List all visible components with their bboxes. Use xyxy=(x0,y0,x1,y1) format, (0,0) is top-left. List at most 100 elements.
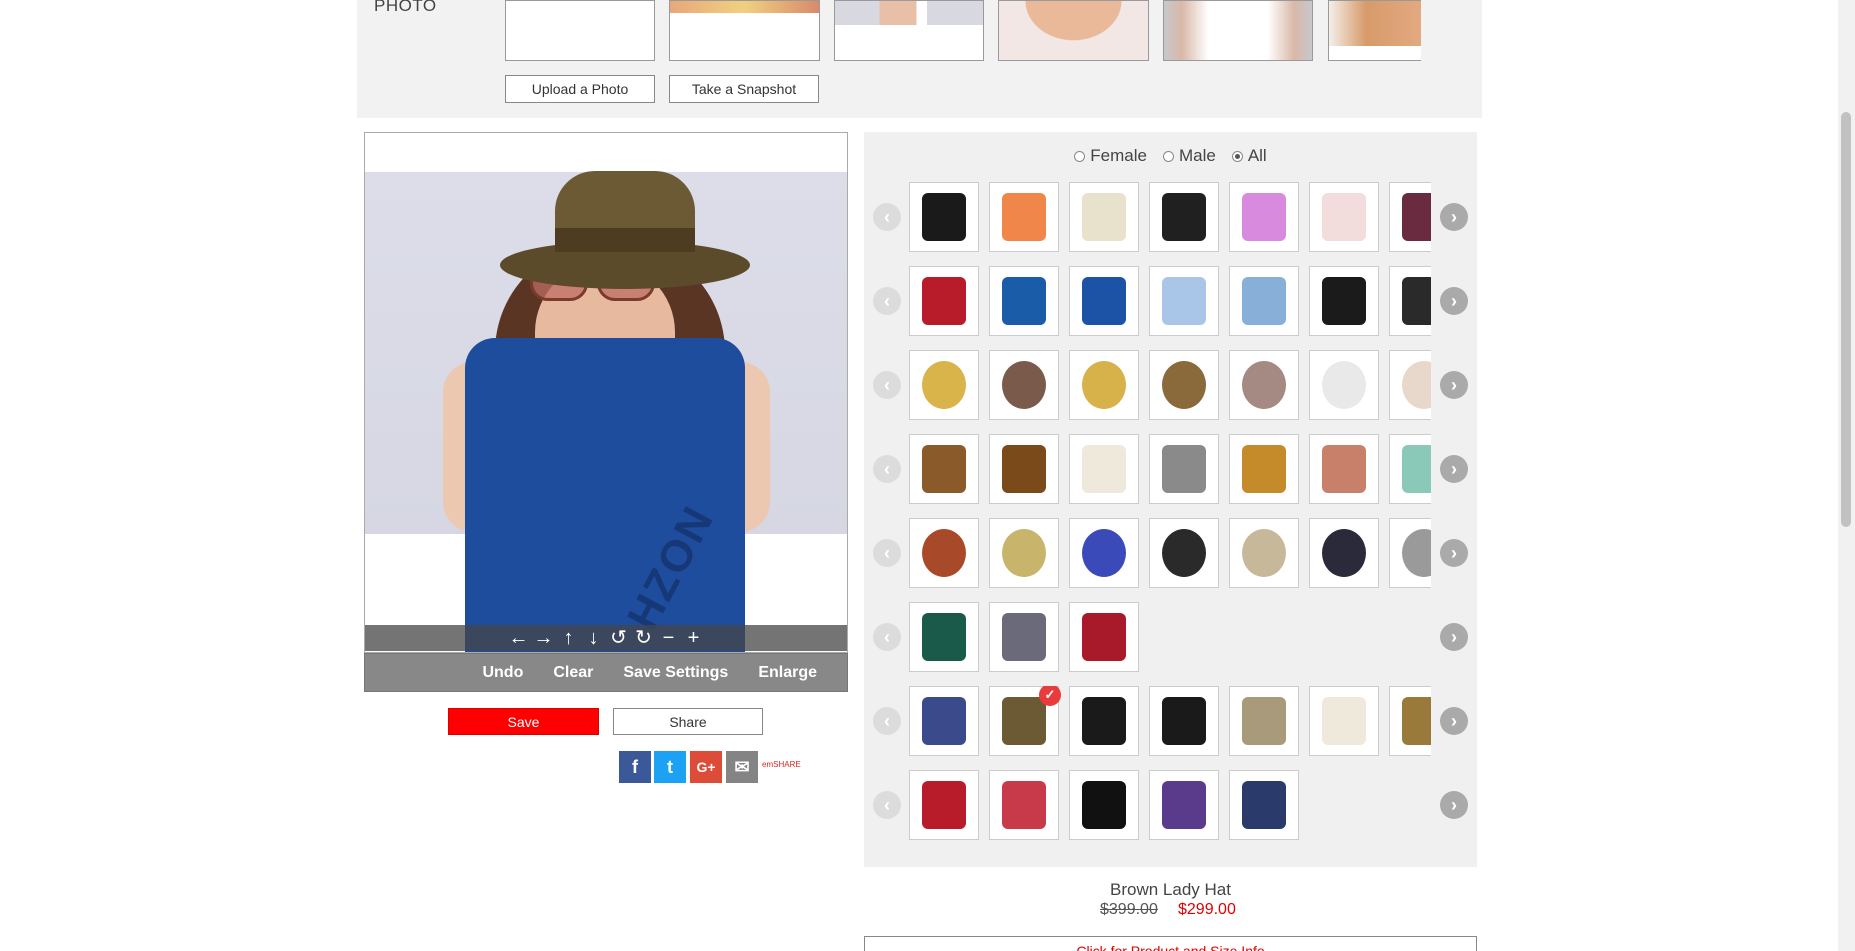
clear-button[interactable]: Clear xyxy=(553,664,593,682)
rotate-left-icon[interactable]: ↺ xyxy=(608,625,630,651)
product-item[interactable] xyxy=(1309,266,1379,336)
next-arrow-icon[interactable]: › xyxy=(1440,203,1468,231)
next-arrow-icon[interactable]: › xyxy=(1440,539,1468,567)
product-item[interactable] xyxy=(909,350,979,420)
take-snapshot-button[interactable]: Take a Snapshot xyxy=(669,75,819,103)
product-item[interactable] xyxy=(1069,182,1139,252)
product-item[interactable] xyxy=(1229,182,1299,252)
radio-male[interactable] xyxy=(1162,150,1174,162)
product-item[interactable] xyxy=(1389,686,1431,756)
email-icon[interactable]: ✉ xyxy=(726,751,758,783)
product-item[interactable] xyxy=(989,434,1059,504)
product-item[interactable] xyxy=(1069,518,1139,588)
save-settings-button[interactable]: Save Settings xyxy=(623,664,728,682)
next-arrow-icon[interactable]: › xyxy=(1440,371,1468,399)
product-item[interactable] xyxy=(1149,518,1219,588)
model-photo-thumb[interactable] xyxy=(669,0,820,61)
facebook-icon[interactable]: f xyxy=(619,751,651,783)
prev-arrow-icon[interactable]: ‹ xyxy=(873,287,901,315)
move-up-icon[interactable]: ↑ xyxy=(558,625,580,651)
product-item[interactable] xyxy=(1069,266,1139,336)
product-item[interactable] xyxy=(1229,266,1299,336)
zoom-out-icon[interactable]: − xyxy=(658,625,680,651)
product-item[interactable] xyxy=(989,182,1059,252)
product-item[interactable] xyxy=(1309,182,1379,252)
radio-female[interactable] xyxy=(1074,150,1086,162)
product-item[interactable] xyxy=(1149,350,1219,420)
product-item[interactable] xyxy=(989,350,1059,420)
save-button[interactable]: Save xyxy=(448,708,599,735)
zoom-in-icon[interactable]: + xyxy=(683,625,705,651)
next-arrow-icon[interactable]: › xyxy=(1440,791,1468,819)
next-arrow-icon[interactable]: › xyxy=(1440,287,1468,315)
product-item[interactable] xyxy=(1069,770,1139,840)
product-item[interactable]: ✓ xyxy=(989,686,1061,756)
product-item[interactable] xyxy=(1229,686,1299,756)
product-item[interactable] xyxy=(1389,434,1431,504)
filter-all[interactable]: All xyxy=(1231,146,1267,166)
tryon-shirt[interactable] xyxy=(465,338,745,652)
next-arrow-icon[interactable]: › xyxy=(1440,707,1468,735)
product-item[interactable] xyxy=(909,266,979,336)
product-item[interactable] xyxy=(989,518,1059,588)
product-item[interactable] xyxy=(1149,266,1219,336)
product-item[interactable] xyxy=(989,770,1059,840)
prev-arrow-icon[interactable]: ‹ xyxy=(873,791,901,819)
product-item[interactable] xyxy=(1069,434,1139,504)
product-item[interactable] xyxy=(909,686,979,756)
product-item[interactable] xyxy=(1389,350,1431,420)
product-item[interactable] xyxy=(1149,434,1219,504)
filter-male[interactable]: Male xyxy=(1162,146,1216,166)
prev-arrow-icon[interactable]: ‹ xyxy=(873,707,901,735)
product-item[interactable] xyxy=(1229,518,1299,588)
product-item[interactable] xyxy=(1069,602,1139,672)
product-item[interactable] xyxy=(989,266,1059,336)
product-item[interactable] xyxy=(989,602,1059,672)
prev-arrow-icon[interactable]: ‹ xyxy=(873,371,901,399)
prev-arrow-icon[interactable]: ‹ xyxy=(873,539,901,567)
product-item[interactable] xyxy=(1069,686,1139,756)
product-item[interactable] xyxy=(1149,686,1219,756)
move-down-icon[interactable]: ↓ xyxy=(583,625,605,651)
page-scrollbar[interactable] xyxy=(1838,0,1855,951)
product-item[interactable] xyxy=(1149,770,1219,840)
google-plus-icon[interactable]: G+ xyxy=(690,751,722,783)
product-item[interactable] xyxy=(1229,350,1299,420)
model-photo-thumb[interactable] xyxy=(834,0,984,61)
product-item[interactable] xyxy=(1389,518,1431,588)
move-right-icon[interactable]: → xyxy=(533,625,555,651)
undo-button[interactable]: Undo xyxy=(482,664,523,682)
prev-arrow-icon[interactable]: ‹ xyxy=(873,203,901,231)
filter-female[interactable]: Female xyxy=(1074,146,1147,166)
product-item[interactable] xyxy=(909,182,979,252)
scrollbar-thumb[interactable] xyxy=(1841,112,1851,527)
empty-photo-slot[interactable] xyxy=(505,0,655,61)
model-photo-thumb[interactable] xyxy=(998,0,1149,61)
product-item[interactable] xyxy=(1149,182,1219,252)
next-arrow-icon[interactable]: › xyxy=(1440,455,1468,483)
try-on-canvas[interactable]: HZON ← → ↑ ↓ ↺ ↻ − + xyxy=(364,132,848,653)
product-item[interactable] xyxy=(909,434,979,504)
prev-arrow-icon[interactable]: ‹ xyxy=(873,623,901,651)
product-item[interactable] xyxy=(909,602,979,672)
model-photo-thumb[interactable] xyxy=(1163,0,1313,61)
product-item[interactable] xyxy=(1309,434,1379,504)
share-button[interactable]: Share xyxy=(613,708,763,735)
next-arrow-icon[interactable]: › xyxy=(1440,623,1468,651)
model-photo-thumb[interactable] xyxy=(1328,0,1421,61)
move-left-icon[interactable]: ← xyxy=(508,625,530,651)
prev-arrow-icon[interactable]: ‹ xyxy=(873,455,901,483)
upload-photo-button[interactable]: Upload a Photo xyxy=(505,75,655,103)
product-item[interactable] xyxy=(1389,266,1431,336)
product-item[interactable] xyxy=(1229,770,1299,840)
product-item[interactable] xyxy=(909,770,979,840)
product-info-button[interactable]: Click for Product and Size Info xyxy=(864,936,1477,951)
product-item[interactable] xyxy=(1309,350,1379,420)
product-item[interactable] xyxy=(1069,350,1139,420)
product-item[interactable] xyxy=(1229,434,1299,504)
product-item[interactable] xyxy=(909,518,979,588)
product-item[interactable] xyxy=(1309,518,1379,588)
radio-all[interactable] xyxy=(1231,150,1243,162)
product-item[interactable] xyxy=(1309,686,1379,756)
enlarge-button[interactable]: Enlarge xyxy=(758,664,817,682)
